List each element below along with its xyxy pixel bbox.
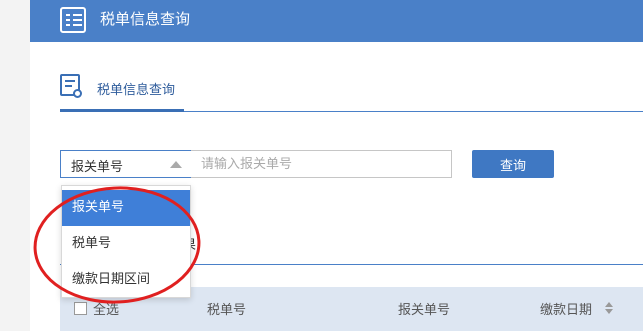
page-title: 税单信息查询 <box>100 10 191 28</box>
checklist-icon <box>60 7 86 33</box>
dropdown-option-date-range[interactable]: 缴款日期区间 <box>62 262 190 298</box>
left-gutter <box>0 0 30 331</box>
column-header-select-all[interactable]: 全选 <box>93 299 119 318</box>
column-header-customs-no: 报关单号 <box>398 303 451 318</box>
caret-up-icon <box>170 161 182 168</box>
select-all-checkbox[interactable] <box>74 302 87 315</box>
dropdown-option-tax-no[interactable]: 税单号 <box>62 226 190 262</box>
sort-icon[interactable] <box>605 302 613 316</box>
query-button[interactable]: 查询 <box>472 150 554 178</box>
active-tab-indicator <box>60 109 184 112</box>
document-search-icon <box>60 74 82 98</box>
query-type-value: 报关单号 <box>71 160 124 175</box>
query-type-select[interactable]: 报关单号 <box>60 150 192 178</box>
query-type-dropdown: 报关单号 税单号 缴款日期区间 <box>61 185 191 298</box>
column-header-payment-date[interactable]: 缴款日期 <box>540 299 592 318</box>
search-input[interactable] <box>191 150 452 178</box>
column-header-tax-no: 税单号 <box>207 303 247 318</box>
dropdown-option-customs-no[interactable]: 报关单号 <box>62 190 190 226</box>
subnav: 税单信息查询 <box>60 72 643 112</box>
tab-tax-query[interactable]: 税单信息查询 <box>97 79 175 98</box>
page-header: 税单信息查询 <box>30 0 643 42</box>
